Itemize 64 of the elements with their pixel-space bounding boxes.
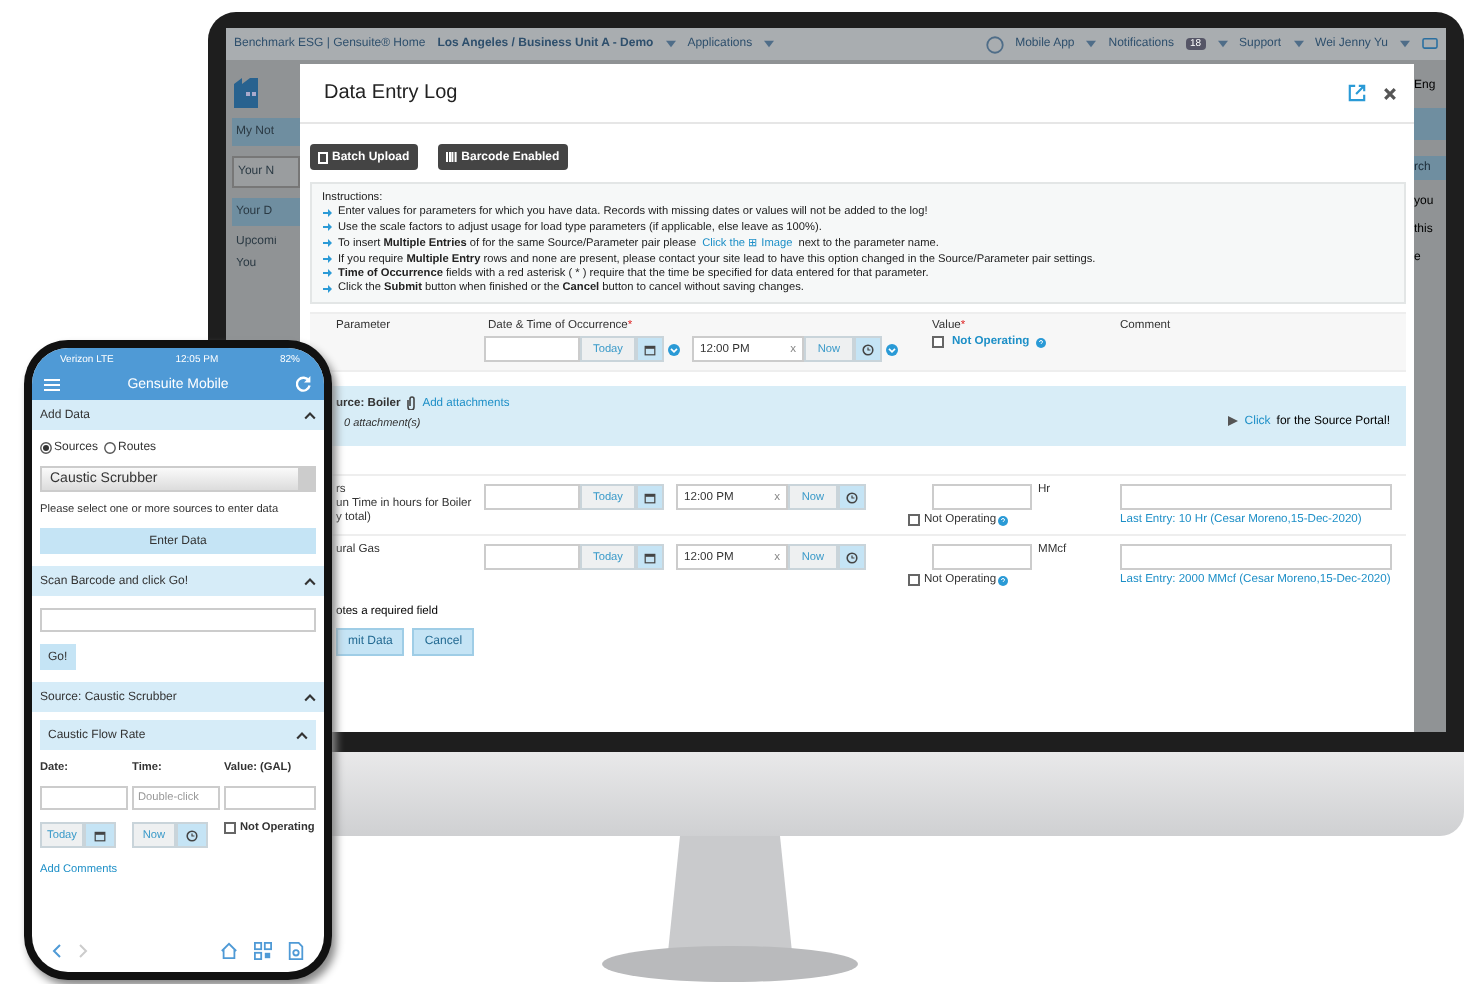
help-icon[interactable] — [998, 515, 1009, 526]
not-operating-checkbox[interactable] — [908, 514, 920, 527]
back-icon[interactable] — [52, 944, 62, 958]
clock-icon — [846, 491, 858, 504]
clock-icon — [862, 343, 874, 356]
caret-icon[interactable] — [1400, 40, 1410, 48]
chevron-up-icon[interactable] — [304, 411, 316, 419]
background-panel-bar — [1414, 108, 1446, 140]
clock-button[interactable] — [838, 484, 866, 511]
value-input[interactable] — [932, 484, 1032, 511]
comment-input[interactable] — [1120, 484, 1392, 511]
external-link-icon[interactable] — [1348, 84, 1366, 102]
calendar-button[interactable] — [636, 544, 664, 571]
barcode-input[interactable] — [40, 608, 316, 632]
calendar-button[interactable] — [84, 822, 116, 848]
home-icon[interactable] — [220, 942, 238, 960]
caret-icon[interactable] — [1293, 40, 1304, 48]
value-input[interactable] — [224, 786, 316, 810]
not-operating-checkbox[interactable] — [932, 336, 944, 349]
radio-button[interactable] — [40, 442, 52, 454]
chat-icon[interactable] — [1422, 37, 1438, 51]
close-icon[interactable] — [1382, 85, 1398, 101]
chevron-up-icon[interactable] — [304, 577, 316, 585]
refresh-icon[interactable] — [296, 376, 312, 392]
clock-button[interactable] — [838, 544, 866, 571]
factory-logo-icon — [232, 72, 260, 108]
clock-button[interactable] — [176, 822, 208, 848]
calendar-icon — [644, 551, 656, 564]
date-input[interactable] — [40, 786, 128, 810]
dialog-title: Data Entry Log — [324, 82, 458, 104]
chevron-circle-icon[interactable] — [886, 343, 898, 356]
not-operating-checkbox[interactable] — [224, 822, 236, 834]
chevron-circle-icon[interactable] — [668, 343, 680, 356]
barcode-icon — [445, 152, 458, 162]
caret-icon[interactable] — [764, 40, 775, 48]
clock-icon — [186, 829, 198, 841]
caret-icon[interactable] — [1217, 40, 1228, 48]
caret-icon[interactable] — [1086, 40, 1097, 48]
chevron-up-icon[interactable] — [304, 693, 316, 701]
calendar-icon — [644, 491, 656, 504]
value-input[interactable] — [932, 544, 1032, 571]
document-search-icon[interactable] — [288, 942, 304, 960]
help-icon[interactable] — [998, 575, 1009, 586]
calendar-button[interactable] — [636, 336, 664, 363]
date-input[interactable] — [484, 336, 580, 363]
forward-icon[interactable] — [78, 944, 88, 958]
comment-input[interactable] — [1120, 544, 1392, 571]
calendar-icon — [644, 343, 656, 356]
radio-button[interactable] — [104, 442, 117, 454]
qr-code-icon[interactable] — [254, 942, 272, 960]
not-operating-checkbox[interactable] — [908, 574, 920, 587]
clock-button[interactable] — [854, 336, 882, 363]
menu-icon[interactable] — [44, 377, 60, 391]
play-icon — [1228, 416, 1239, 427]
date-input[interactable] — [484, 544, 580, 571]
calendar-button[interactable] — [636, 484, 664, 511]
calendar-icon — [94, 829, 106, 841]
clock-icon — [846, 551, 858, 564]
paperclip-icon — [406, 396, 417, 411]
date-input[interactable] — [484, 484, 580, 511]
help-icon[interactable] — [1035, 337, 1046, 348]
chevron-up-icon[interactable] — [296, 731, 308, 739]
caret-icon[interactable] — [665, 40, 676, 48]
document-icon — [318, 151, 328, 163]
